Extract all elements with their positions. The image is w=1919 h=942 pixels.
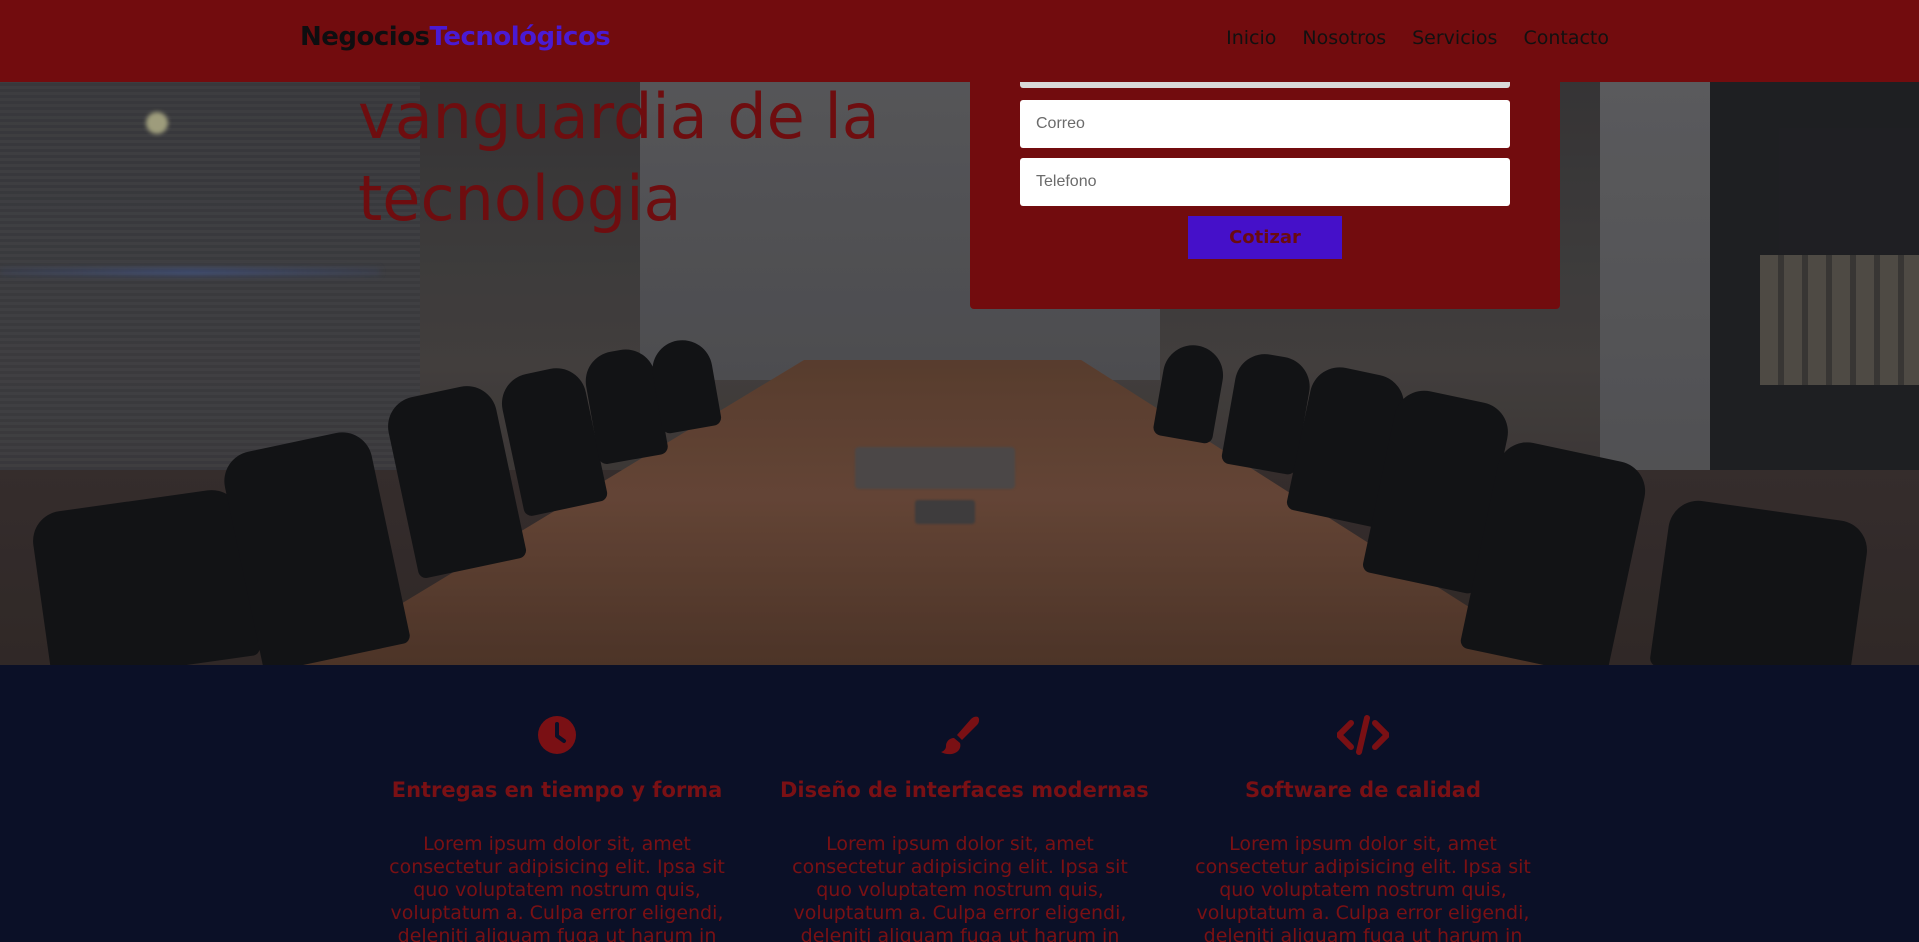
- feature-text: Lorem ipsum dolor sit, amet consectetur …: [389, 833, 725, 942]
- site-logo[interactable]: NegociosTecnológicos: [300, 22, 611, 52]
- clock-icon: [538, 716, 576, 754]
- hero-overlay: [0, 0, 1919, 665]
- nav-link-nosotros[interactable]: Nosotros: [1302, 27, 1386, 49]
- feature-title: Entregas en tiempo y forma: [391, 778, 723, 802]
- feature-text: Lorem ipsum dolor sit, amet consectetur …: [792, 833, 1128, 942]
- features-section: Entregas en tiempo y forma Lorem ipsum d…: [0, 665, 1919, 942]
- feature-text: Lorem ipsum dolor sit, amet consectetur …: [1195, 833, 1531, 942]
- main-nav: Inicio Nosotros Servicios Contacto: [1226, 27, 1609, 49]
- nav-link-contacto[interactable]: Contacto: [1523, 27, 1609, 49]
- phone-field[interactable]: [1020, 158, 1510, 206]
- hero-section: vanguardia de la tecnologia Cotizar: [0, 0, 1919, 665]
- hero-title: vanguardia de la tecnologia: [358, 80, 880, 235]
- email-field[interactable]: [1020, 100, 1510, 148]
- site-header: NegociosTecnológicos Inicio Nosotros Ser…: [0, 0, 1919, 82]
- cotizar-button[interactable]: Cotizar: [1188, 216, 1342, 259]
- code-icon: [1337, 715, 1389, 755]
- paintbrush-icon: [941, 716, 980, 755]
- feature-title: Software de calidad: [1244, 778, 1482, 802]
- nav-link-inicio[interactable]: Inicio: [1226, 27, 1276, 49]
- logo-text-primary: Negocios: [300, 22, 430, 52]
- nav-link-servicios[interactable]: Servicios: [1412, 27, 1497, 49]
- logo-text-accent: Tecnológicos: [429, 22, 611, 52]
- feature-title: Diseño de interfaces modernas: [780, 778, 1149, 802]
